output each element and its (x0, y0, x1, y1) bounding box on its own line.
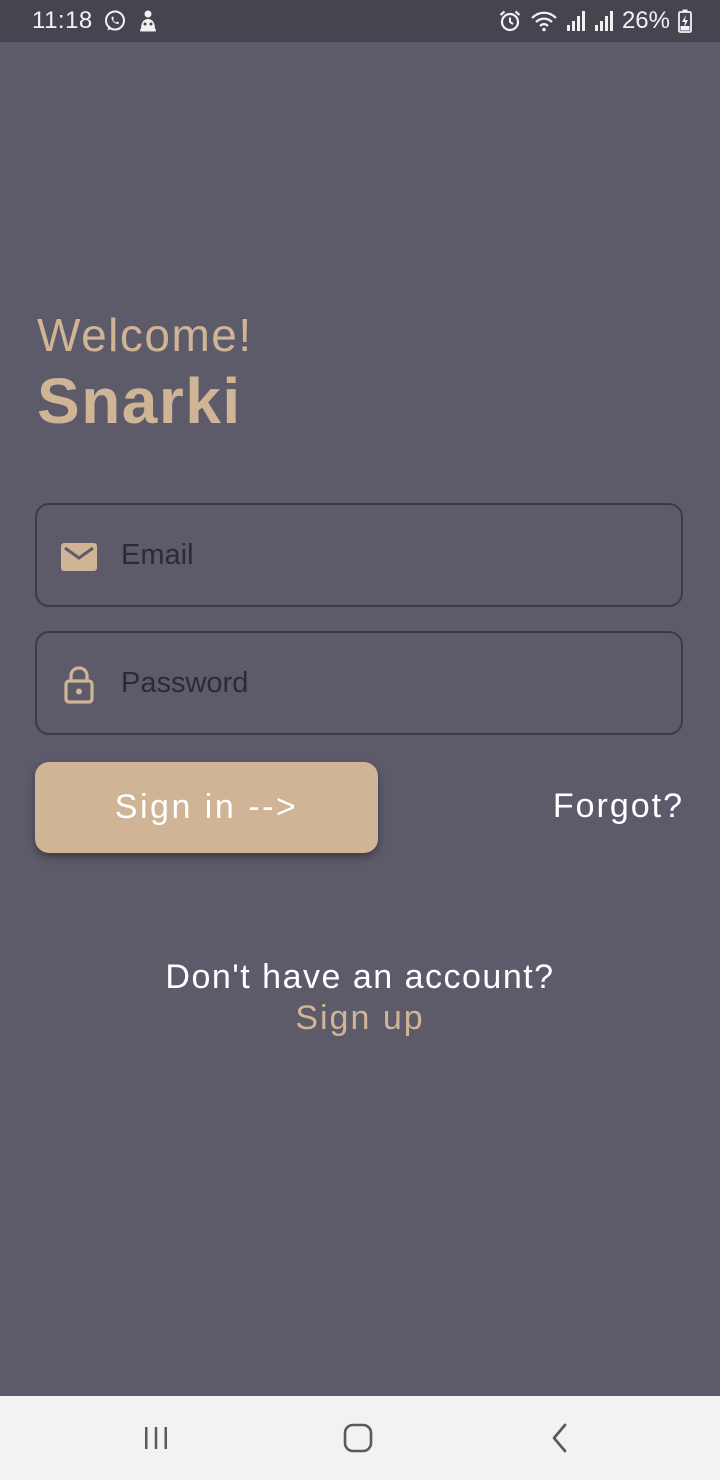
signal-icon (594, 10, 614, 32)
battery-charging-icon (678, 9, 692, 33)
battery-percentage: 26% (621, 7, 670, 34)
email-input[interactable] (121, 505, 661, 605)
recents-icon (145, 1427, 167, 1449)
mail-icon (59, 537, 99, 577)
home-button[interactable] (328, 1416, 388, 1460)
sign-up-link[interactable]: Sign up (295, 999, 424, 1037)
notification-app-icon (137, 9, 159, 33)
forgot-password-link[interactable]: Forgot? (553, 787, 684, 826)
wifi-icon (530, 9, 558, 33)
recents-button[interactable] (126, 1416, 186, 1460)
welcome-text: Welcome! (37, 309, 253, 361)
sign-in-button[interactable]: Sign in --> (35, 762, 378, 853)
no-account-text: Don't have an account? (165, 958, 555, 996)
lock-icon (59, 665, 99, 705)
app-name: Snarki (37, 365, 242, 437)
sign-in-label: Sign in --> (114, 788, 299, 826)
status-bar-left: 11:18 (32, 6, 159, 36)
password-field[interactable] (35, 631, 683, 735)
sign-up-row: Sign up (0, 999, 720, 1038)
status-bar-right: 26% (498, 6, 692, 36)
password-input[interactable] (121, 633, 661, 733)
status-time: 11:18 (32, 7, 93, 34)
navigation-bar (0, 1396, 720, 1480)
back-button[interactable] (530, 1416, 590, 1460)
whatsapp-icon (103, 9, 127, 33)
back-icon (552, 1423, 567, 1453)
status-bar: 11:18 26% (0, 0, 720, 42)
signal-icon (566, 10, 586, 32)
alarm-icon (498, 9, 522, 33)
home-icon (343, 1423, 373, 1453)
email-field[interactable] (35, 503, 683, 607)
